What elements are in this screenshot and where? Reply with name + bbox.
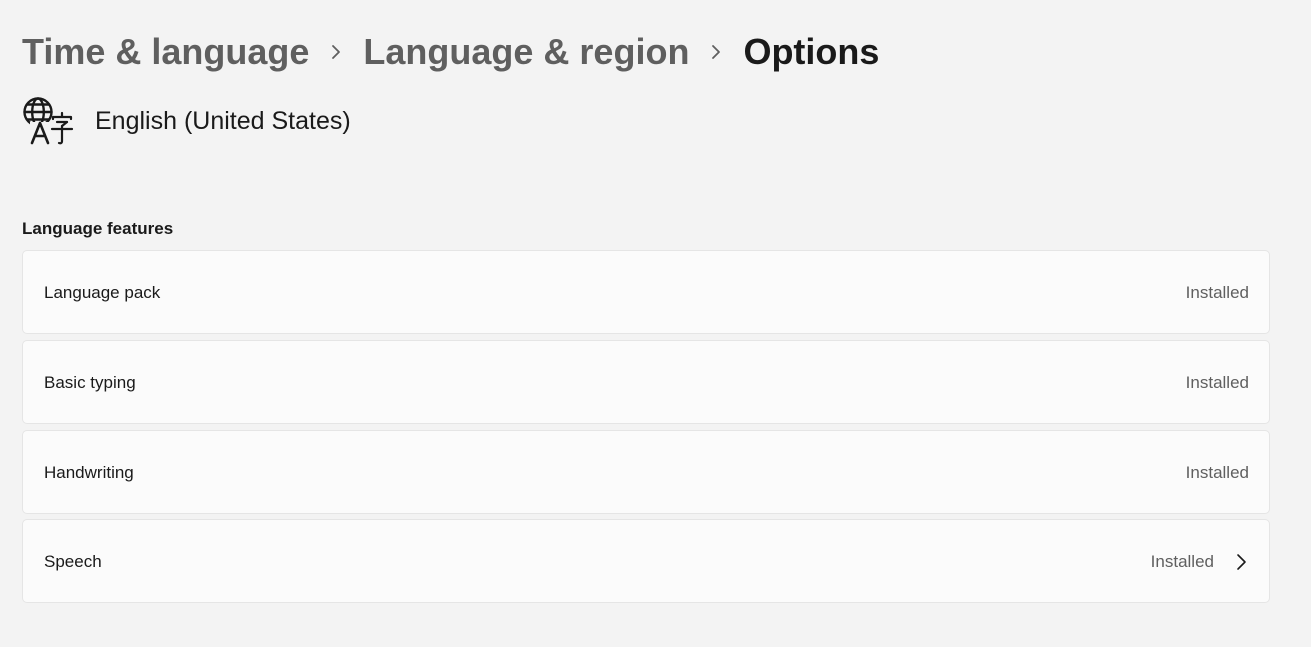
feature-language-pack: Language pack Installed [22, 250, 1270, 334]
status-text: Installed [1185, 463, 1249, 482]
status-text: Installed [1150, 552, 1214, 571]
feature-label: Speech [44, 552, 102, 571]
page-title: Options [743, 31, 880, 72]
chevron-right-icon [1235, 553, 1247, 571]
breadcrumb-language-region[interactable]: Language & region [363, 26, 689, 78]
language-name: English (United States) [95, 107, 351, 135]
chevron-right-icon [689, 26, 743, 78]
feature-speech[interactable]: Speech Installed [22, 519, 1270, 603]
settings-page: Time & language Language & region Option… [0, 0, 1311, 647]
language-header: English (United States) [22, 96, 351, 146]
breadcrumb-time-language[interactable]: Time & language [22, 26, 309, 78]
status-text: Installed [1185, 283, 1249, 302]
feature-label: Handwriting [44, 463, 134, 482]
status-text: Installed [1185, 373, 1249, 392]
section-heading: Language features [22, 219, 174, 238]
language-icon [22, 96, 74, 146]
chevron-right-icon [309, 26, 363, 78]
feature-basic-typing: Basic typing Installed [22, 340, 1270, 424]
feature-label: Language pack [44, 283, 161, 302]
breadcrumb: Time & language Language & region Option… [22, 26, 879, 78]
feature-handwriting: Handwriting Installed [22, 430, 1270, 514]
feature-label: Basic typing [44, 373, 136, 392]
